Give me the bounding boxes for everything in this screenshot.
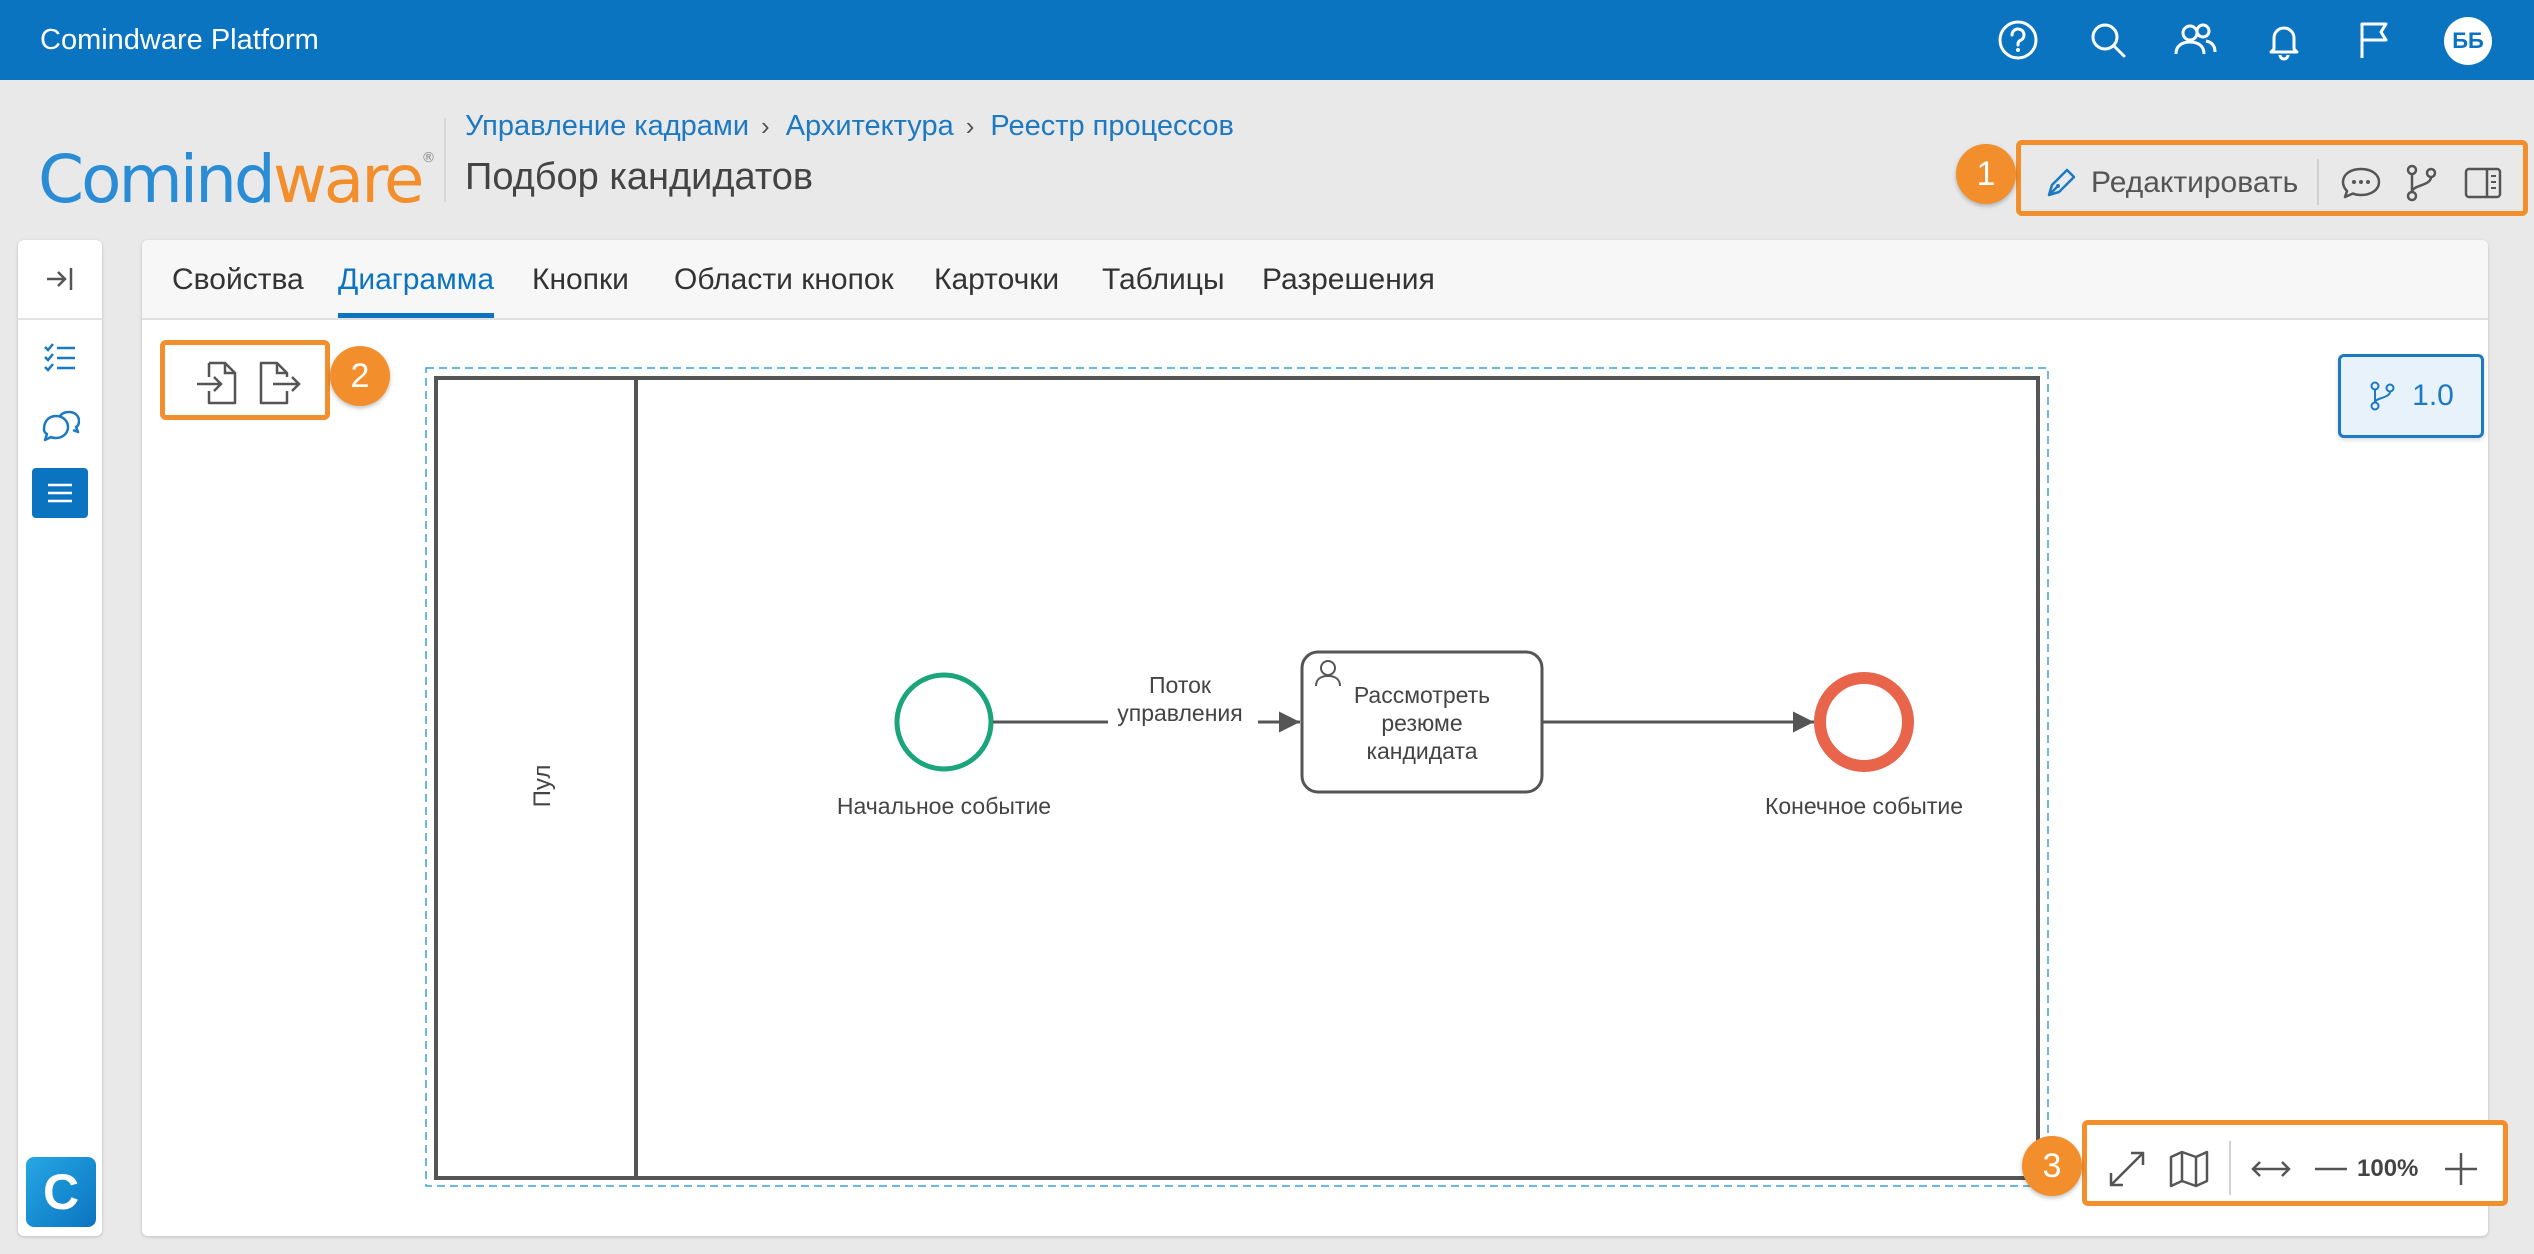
zoom-in-icon[interactable] [2439,1147,2483,1191]
start-event[interactable] [894,672,994,772]
toolbar-divider [2317,159,2319,205]
side-panel-icon[interactable] [2461,161,2505,205]
zoom-out-icon[interactable] [2309,1147,2353,1191]
process-diagram[interactable]: Пул Начальное событие Поток управления Р… [424,366,2050,1188]
tab-diagram[interactable]: Диаграмма [338,240,495,318]
comindware-logo: Comindware® [38,141,436,218]
comment-icon[interactable] [2339,161,2383,205]
tab-permissions[interactable]: Разрешения [1262,240,1435,318]
tab-buttons[interactable]: Кнопки [532,240,629,318]
tab-tables[interactable]: Таблицы [1102,240,1225,318]
callout-badge-3: 3 [2022,1136,2082,1196]
app-logo[interactable]: C [26,1157,96,1227]
breadcrumb-item-architecture[interactable]: Архитектура [786,110,954,143]
tab-bar: Свойства Диаграмма Кнопки Области кнопок… [142,240,2488,320]
collapse-icon[interactable] [32,254,88,304]
fullscreen-icon[interactable] [2105,1147,2149,1191]
import-export-toolbar [160,340,330,420]
left-panel: C [18,240,102,1236]
import-icon[interactable] [191,357,243,409]
action-toolbar: Редактировать [2016,140,2528,216]
branch-icon [2370,381,2395,411]
flow-label-line2: управления [1117,700,1242,726]
task-label-line2: резюме [1381,710,1462,736]
users-icon[interactable] [2170,16,2218,64]
pool-label: Пул [529,765,556,808]
breadcrumb-separator: › [965,111,975,141]
avatar[interactable]: ББ [2444,17,2492,65]
bell-icon[interactable] [2260,16,2308,64]
flow-label-line1: Поток [1149,672,1212,698]
minimap-icon[interactable] [2167,1147,2211,1191]
version-button[interactable]: 1.0 [2338,354,2484,438]
chat-icon[interactable] [32,402,88,452]
tab-button-areas[interactable]: Области кнопок [674,240,894,318]
branch-icon[interactable] [2399,161,2443,205]
app-title[interactable]: Comindware Platform [40,0,319,80]
end-event[interactable] [1814,672,1914,772]
menu-icon[interactable] [32,468,88,518]
zoom-toolbar-divider [2229,1141,2231,1195]
callout-badge-2: 2 [330,346,390,406]
top-bar: Comindware Platform ББ [0,0,2534,80]
end-event-label: Конечное событие [1765,793,1963,819]
page-title: Подбор кандидатов [465,156,814,198]
help-icon[interactable] [1994,16,2042,64]
breadcrumb-item-hr[interactable]: Управление кадрами [465,110,749,143]
main-panel: Свойства Диаграмма Кнопки Области кнопок… [142,240,2488,1236]
zoom-level: 100% [2357,1155,2419,1182]
task-label-line3: кандидата [1366,738,1477,764]
tab-cards[interactable]: Карточки [934,240,1059,318]
task-label-line1: Рассмотреть [1354,682,1490,708]
fit-width-icon[interactable] [2249,1147,2293,1191]
breadcrumb-separator: › [761,111,770,141]
search-icon[interactable] [2084,16,2132,64]
pool[interactable] [434,376,2040,1180]
left-panel-divider [18,318,102,320]
breadcrumb: Управление кадрами › Архитектура › Реестр пр… [465,110,1234,150]
tab-properties[interactable]: Свойства [172,240,304,318]
start-event-label: Начальное событие [837,793,1051,819]
version-label: 1.0 [2412,379,2454,412]
flag-icon[interactable] [2350,16,2398,64]
breadcrumb-item-process-registry[interactable]: Реестр процессов [990,110,1234,143]
export-icon[interactable] [253,357,305,409]
header-divider [444,118,446,202]
pen-icon [2047,168,2076,197]
callout-badge-1: 1 [1956,144,2016,204]
edit-button-label: Редактировать [2091,166,2299,199]
checklist-icon[interactable] [32,332,88,382]
edit-button[interactable]: Редактировать [2043,155,2298,211]
zoom-toolbar: 100% [2082,1120,2508,1206]
